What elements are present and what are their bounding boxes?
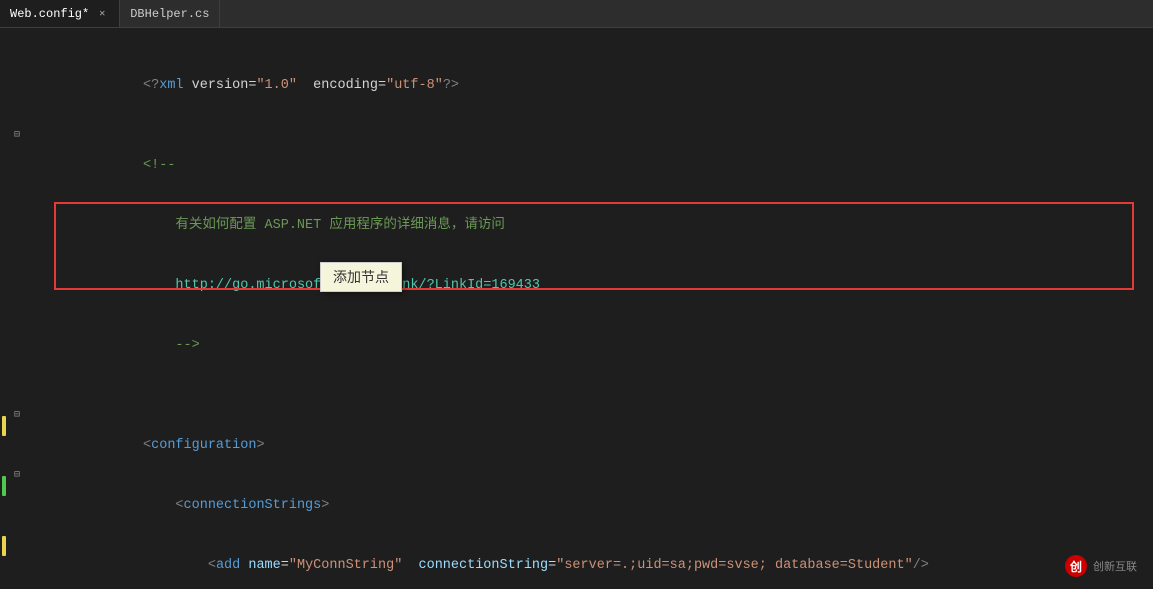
- conn-tag: connectionStrings: [184, 498, 322, 513]
- code-cb: 有关如何配置 ASP.NET 应用程序的详细消息，请访问: [54, 196, 1153, 256]
- line-config-open: ⊟ <configuration>: [0, 416, 1153, 476]
- line-blank1: [0, 376, 1153, 396]
- tooltip-add-node: 添加节点: [320, 262, 402, 292]
- line-conn-open: ⊟ <connectionStrings>: [0, 476, 1153, 536]
- line-2: <?xml version="1.0" encoding="utf-8"?>: [0, 56, 1153, 116]
- tab-bar: Web.config* ✕ DBHelper.cs: [0, 0, 1153, 28]
- xml-pi-enc: encoding=: [297, 78, 386, 93]
- tab-webconfig[interactable]: Web.config* ✕: [0, 0, 120, 27]
- line-comment-close: -->: [0, 316, 1153, 376]
- watermark-icon: 创: [1065, 555, 1087, 577]
- xml-pi-ver: version=: [184, 78, 257, 93]
- code-cc: -->: [54, 316, 1153, 376]
- cfg-close-bracket: >: [256, 438, 264, 453]
- code-lines: <?xml version="1.0" encoding="utf-8"?> ⊟…: [0, 36, 1153, 589]
- watermark: 创 创新互联: [1065, 555, 1137, 577]
- watermark-text: 创新互联: [1093, 558, 1137, 574]
- conn-open-b: <: [175, 498, 183, 513]
- line-1: [0, 36, 1153, 56]
- tab-dbhelper-label: DBHelper.cs: [130, 7, 209, 21]
- line-blank2: [0, 396, 1153, 416]
- xml-bracket: <?: [143, 78, 159, 93]
- cfg-tag: configuration: [151, 438, 256, 453]
- xml-pi-encval: "utf-8": [386, 78, 443, 93]
- line-add: <add name="MyConnString" connectionStrin…: [0, 536, 1153, 589]
- tooltip-text: 添加节点: [333, 269, 389, 285]
- code-co: <!--: [54, 136, 1153, 196]
- code-add: <add name="MyConnString" connectionStrin…: [54, 536, 1153, 589]
- comment-open-text: <!--: [143, 158, 175, 173]
- conn-open-e: >: [321, 498, 329, 513]
- xml-pi-verval: "1.0": [256, 78, 297, 93]
- conn-indent: [143, 498, 175, 513]
- collapse-configuration[interactable]: ⊟: [14, 406, 26, 426]
- code-cl: http://go.microsoft.com/fwlink/?LinkId=1…: [54, 256, 1153, 316]
- code-cfg: <configuration>: [54, 416, 1153, 476]
- cfg-open-bracket: <: [143, 438, 151, 453]
- code-conn: <connectionStrings>: [54, 476, 1153, 536]
- collapse-connstrings[interactable]: ⊟: [14, 466, 26, 486]
- code-2: <?xml version="1.0" encoding="utf-8"?>: [54, 56, 1153, 116]
- watermark-icon-label: 创: [1070, 558, 1082, 575]
- tab-webconfig-label: Web.config*: [10, 7, 89, 21]
- line-comment-link: http://go.microsoft.com/fwlink/?LinkId=1…: [0, 256, 1153, 316]
- xml-pi-tag: xml: [159, 78, 183, 93]
- app-window: Web.config* ✕ DBHelper.cs <?xml version=…: [0, 0, 1153, 589]
- comment-indent: [143, 278, 175, 293]
- collapse-comment[interactable]: ⊟: [14, 126, 26, 146]
- code-editor[interactable]: <?xml version="1.0" encoding="utf-8"?> ⊟…: [0, 28, 1153, 589]
- line-comment-open: ⊟ <!--: [0, 136, 1153, 196]
- tab-webconfig-close[interactable]: ✕: [95, 7, 109, 21]
- line-comment-body: 有关如何配置 ASP.NET 应用程序的详细消息，请访问: [0, 196, 1153, 256]
- tab-dbhelper[interactable]: DBHelper.cs: [120, 0, 220, 27]
- line-3: [0, 116, 1153, 136]
- comment-body-text: 有关如何配置 ASP.NET 应用程序的详细消息，请访问: [143, 218, 505, 233]
- comment-close-text: -->: [143, 338, 200, 353]
- xml-pi-close: ?>: [443, 78, 459, 93]
